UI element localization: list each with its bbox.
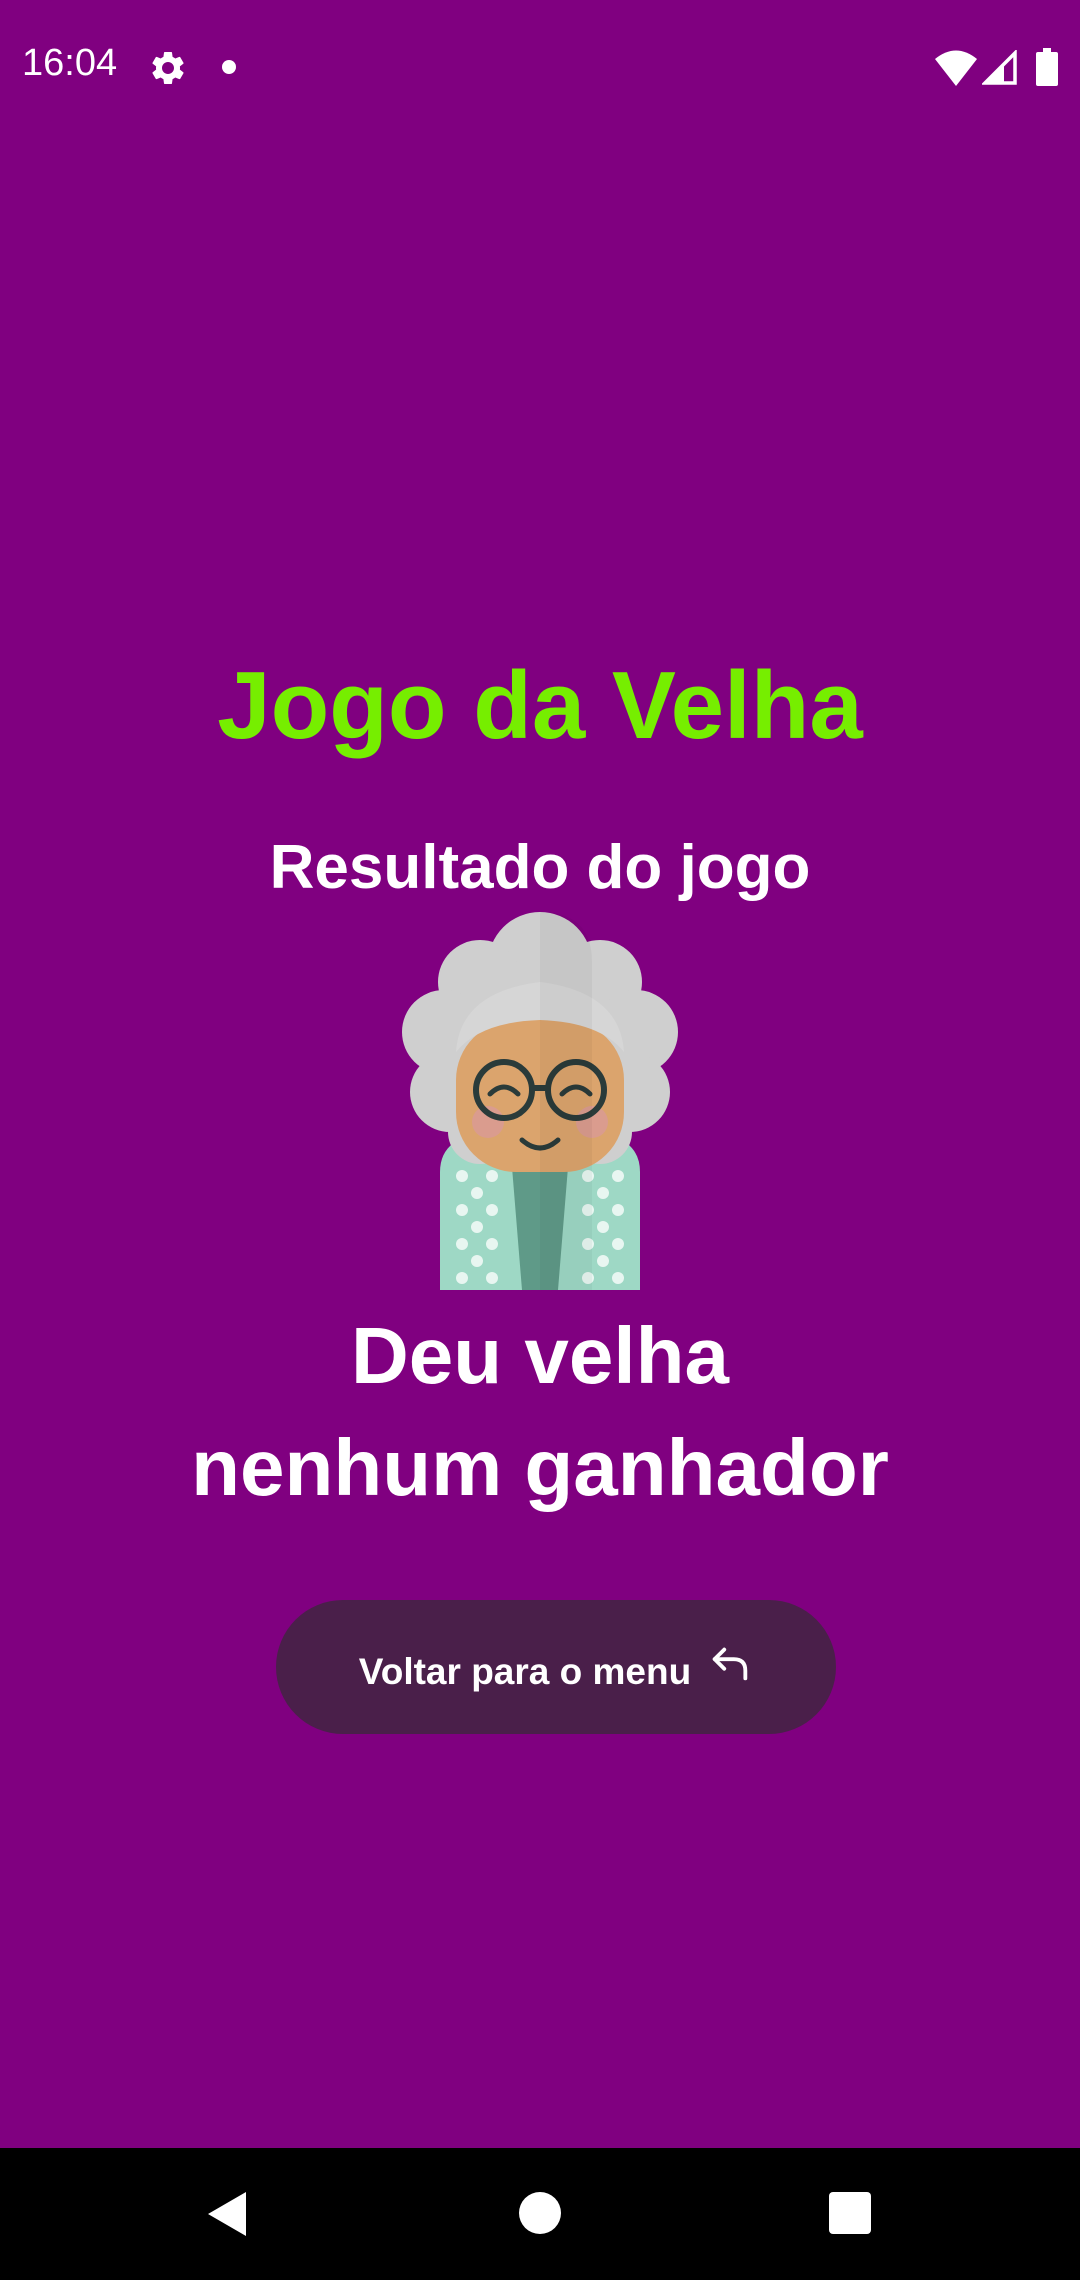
notification-dot-icon <box>222 60 236 74</box>
navigation-bar <box>0 2148 1080 2280</box>
battery-icon <box>1036 48 1058 86</box>
old-woman-avatar-icon <box>402 912 678 1290</box>
back-to-menu-button[interactable]: Voltar para o menu <box>276 1600 836 1734</box>
recents-icon[interactable] <box>829 2192 871 2234</box>
gear-icon <box>152 51 184 84</box>
result-message: Deu velha nenhum ganhador <box>0 1300 1080 1524</box>
back-to-menu-label: Voltar para o menu <box>358 1651 692 1692</box>
status-bar: 16:04 <box>0 0 1080 132</box>
return-arrow-icon <box>712 1647 748 1681</box>
wifi-icon <box>935 50 977 86</box>
status-time: 16:04 <box>22 42 118 84</box>
signal-icon <box>982 50 1017 85</box>
app-title: Jogo da Velha <box>217 652 863 759</box>
result-screen: 16:04 Jogo da Velha Resultado do jogo De… <box>0 0 1080 2280</box>
back-icon[interactable] <box>202 2188 252 2240</box>
result-subtitle: Resultado do jogo <box>269 833 811 902</box>
home-icon[interactable] <box>519 2192 561 2234</box>
result-line-2: nenhum ganhador <box>191 1423 889 1512</box>
result-line-1: Deu velha <box>351 1311 729 1400</box>
